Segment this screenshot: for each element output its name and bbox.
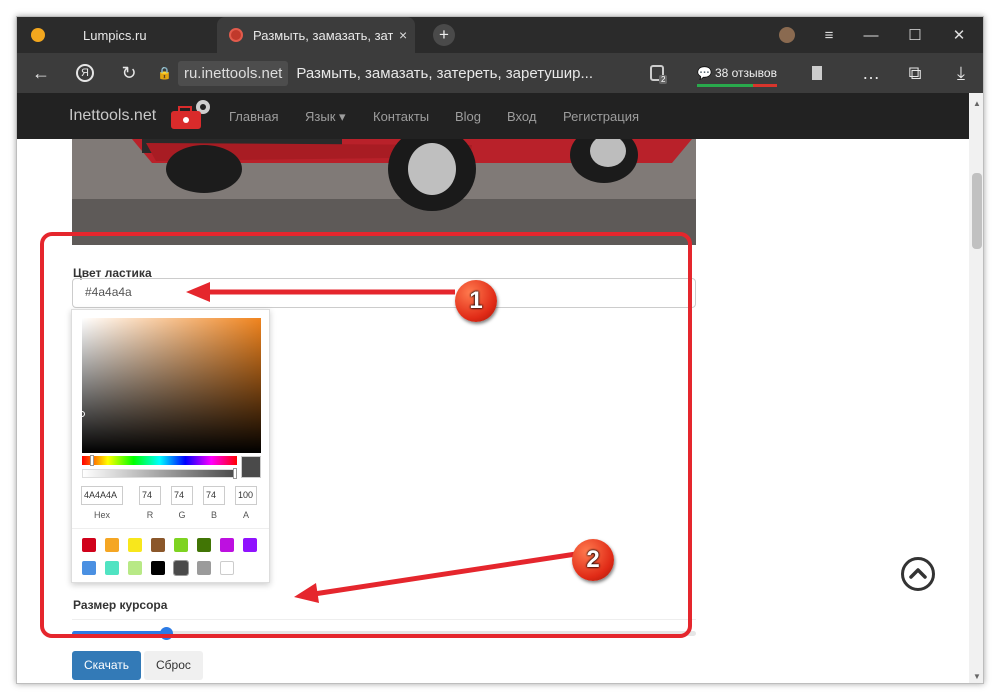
bookmark-icon[interactable] xyxy=(805,61,829,85)
site-navbar: Inettools.net Главная Язык ▾ Контакты Bl… xyxy=(17,93,969,139)
toolbox-logo-icon xyxy=(171,100,210,129)
nav-link-blog[interactable]: Blog xyxy=(455,109,481,124)
close-tab-icon[interactable]: × xyxy=(399,27,407,43)
tab-label: Размыть, замазать, зате xyxy=(253,27,393,43)
scroll-up-arrow-icon[interactable]: ▲ xyxy=(973,99,981,108)
back-icon[interactable]: ← xyxy=(29,61,53,85)
yandex-icon[interactable]: Я xyxy=(73,61,97,85)
download-icon[interactable]: ⤓ xyxy=(949,61,973,85)
scroll-down-arrow-icon[interactable]: ▼ xyxy=(973,672,981,681)
menu-icon[interactable]: ≡ xyxy=(807,17,851,53)
extensions-icon[interactable]: ⧉ xyxy=(903,61,927,85)
annotation-marker-1: 1 xyxy=(455,280,497,322)
scroll-to-top-button[interactable] xyxy=(901,557,935,591)
protect-icon[interactable]: 2 xyxy=(645,61,669,85)
nav-link-language[interactable]: Язык ▾ xyxy=(305,109,346,125)
nav-link-register[interactable]: Регистрация xyxy=(563,109,639,124)
tab-lumpics[interactable]: Lumpics.ru xyxy=(17,17,217,53)
nav-link-contacts[interactable]: Контакты xyxy=(373,109,429,124)
tab-label: Lumpics.ru xyxy=(83,27,147,43)
minimize-icon[interactable]: — xyxy=(849,17,893,53)
tab-inettools[interactable]: Размыть, замазать, зате × xyxy=(217,17,415,53)
url-page-title: Размыть, замазать, затереть, заретушир..… xyxy=(296,64,593,82)
lock-icon: 🔒 xyxy=(157,66,172,80)
uploaded-car-photo[interactable] xyxy=(72,139,696,245)
reviews-label: 38 отзывов xyxy=(714,66,777,80)
chevron-up-icon xyxy=(909,568,927,579)
page-scrollbar[interactable]: ▲ ▼ xyxy=(969,93,983,683)
url-host: ru.inettools.net xyxy=(177,60,289,86)
tab-strip: Lumpics.ru Размыть, замазать, зате × + ≡… xyxy=(17,17,983,53)
maximize-icon[interactable]: ☐ xyxy=(893,17,937,53)
lumpics-favicon-icon xyxy=(31,28,45,42)
annotation-marker-2: 2 xyxy=(572,539,614,581)
profile-avatar-icon[interactable] xyxy=(765,17,809,53)
reload-icon[interactable]: ↻ xyxy=(117,61,141,85)
site-brand[interactable]: Inettools.net xyxy=(69,107,156,125)
speech-bubble-icon: 💬 xyxy=(697,66,712,80)
close-window-icon[interactable]: ✕ xyxy=(937,17,981,53)
scrollbar-thumb[interactable] xyxy=(972,173,982,249)
more-icon[interactable]: … xyxy=(859,61,883,85)
browser-toolbar: ← Я ↻ 🔒 ru.inettools.net Размыть, замаза… xyxy=(17,53,983,93)
nav-link-login[interactable]: Вход xyxy=(507,109,536,124)
reviews-button[interactable]: 💬 38 отзывов xyxy=(697,61,777,87)
reset-button[interactable]: Сброс xyxy=(144,651,203,680)
protect-badge: 2 xyxy=(659,75,668,84)
inettools-favicon-icon xyxy=(229,28,243,42)
address-bar[interactable]: 🔒 ru.inettools.net Размыть, замазать, за… xyxy=(157,59,637,87)
download-button[interactable]: Скачать xyxy=(72,651,141,680)
new-tab-button[interactable]: + xyxy=(433,24,455,46)
nav-link-home[interactable]: Главная xyxy=(229,109,278,124)
